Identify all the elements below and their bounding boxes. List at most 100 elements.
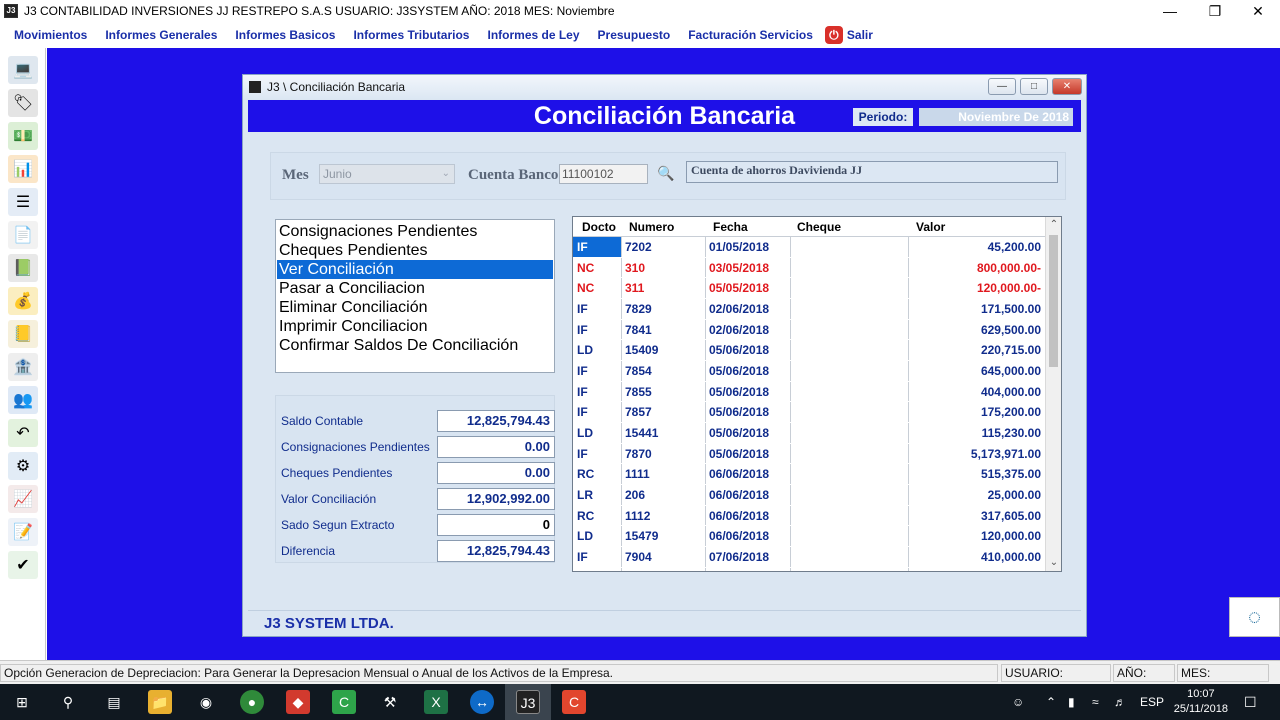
column-valor[interactable]: Valor [916, 220, 945, 234]
option-consignaciones-pendientes[interactable]: Consignaciones Pendientes [277, 222, 553, 241]
column-numero[interactable]: Numero [629, 220, 674, 234]
exit-button[interactable]: ⏻ Salir [824, 26, 873, 44]
option-imprimir-conciliacion[interactable]: Imprimir Conciliacion [277, 317, 553, 336]
book-icon[interactable]: 📗 [8, 254, 38, 282]
wifi-icon[interactable]: ≈ [1092, 684, 1099, 720]
table-row[interactable]: IF 7904 07/06/2018 410,000.00 [573, 547, 1045, 568]
option-pasar-a-conciliacion[interactable]: Pasar a Conciliacion [277, 279, 553, 298]
menu-informes-basicos[interactable]: Informes Basicos [235, 28, 335, 42]
language-indicator[interactable]: ESP [1140, 684, 1164, 720]
table-row[interactable]: NC 311 05/05/2018 120,000.00- [573, 278, 1045, 299]
document-icon[interactable]: 📄 [8, 221, 38, 249]
money-icon[interactable]: 💵 [8, 122, 38, 150]
people-icon[interactable]: ☺ [1012, 684, 1024, 720]
saldo-contable-label: Saldo Contable [281, 414, 364, 428]
battery-icon[interactable]: ▮ [1068, 684, 1075, 720]
cell-numero: 15441 [625, 425, 659, 440]
line-chart-icon[interactable]: 📈 [8, 485, 38, 513]
option-cheques-pendientes[interactable]: Cheques Pendientes [277, 241, 553, 260]
cell-numero: 7870 [625, 446, 652, 461]
users-icon[interactable]: 👥 [8, 386, 38, 414]
chrome-icon[interactable]: ● [240, 690, 264, 714]
column-docto[interactable]: Docto [582, 220, 616, 234]
scroll-up-icon[interactable]: ⌃ [1046, 217, 1061, 233]
camtasia-icon[interactable]: C [332, 690, 356, 714]
table-row[interactable]: IF 7854 05/06/2018 645,000.00 [573, 361, 1045, 382]
tags-icon[interactable]: 🏷 [8, 89, 38, 117]
column-cheque[interactable]: Cheque [797, 220, 841, 234]
coins-icon[interactable]: 💰 [8, 287, 38, 315]
table-row[interactable]: LD 15409 05/06/2018 220,715.00 [573, 340, 1045, 361]
excel-icon[interactable]: X [424, 690, 448, 714]
cuenta-nombre-field: Cuenta de ahorros Davivienda JJ [686, 161, 1058, 183]
menu-facturacion-servicios[interactable]: Facturación Servicios [688, 28, 813, 42]
ledger-icon[interactable]: 📒 [8, 320, 38, 348]
child-close-icon[interactable]: ✕ [1052, 78, 1082, 95]
saldo-extracto-input[interactable]: 0 [437, 514, 555, 536]
table-row[interactable]: IF 7857 05/06/2018 175,200.00 [573, 402, 1045, 423]
file-explorer-icon[interactable]: 📁 [148, 690, 172, 714]
camtasia-recorder-icon[interactable]: C [562, 690, 586, 714]
chevron-up-icon[interactable]: ⌃ [1046, 684, 1056, 720]
table-row[interactable]: LD 15441 05/06/2018 115,230.00 [573, 423, 1045, 444]
bar-chart-icon[interactable]: 📊 [8, 155, 38, 183]
notification-icon[interactable]: ☐ [1244, 684, 1257, 720]
start-icon[interactable]: ⊞ [10, 690, 34, 714]
laptop-icon[interactable]: 💻 [8, 56, 38, 84]
child-minimize-icon[interactable]: — [988, 78, 1016, 95]
clock[interactable]: 10:07 25/11/2018 [1174, 687, 1228, 717]
app-icon[interactable]: ◉ [194, 690, 218, 714]
volume-icon[interactable]: ♬ [1114, 684, 1126, 720]
menu-informes-de-ley[interactable]: Informes de Ley [487, 28, 579, 42]
power-icon: ⏻ [824, 26, 843, 44]
list-icon[interactable]: ☰ [8, 188, 38, 216]
j3-icon[interactable]: J3 [516, 690, 540, 714]
footer-band: J3 SYSTEM LTDA. [248, 610, 1081, 636]
table-row[interactable]: LD 15479 06/06/2018 120,000.00 [573, 526, 1045, 547]
total-row: Cheques Pendientes 0.00 [276, 462, 556, 484]
option-eliminar-conciliacion[interactable]: Eliminar Conciliación [277, 298, 553, 317]
close-icon[interactable]: ✕ [1236, 0, 1280, 22]
binoculars-icon[interactable]: 🔍 [653, 165, 679, 183]
column-fecha[interactable]: Fecha [713, 220, 748, 234]
tools-icon[interactable]: ⚒ [378, 690, 402, 714]
table-row[interactable]: RC 1112 06/06/2018 317,605.00 [573, 506, 1045, 527]
child-maximize-icon[interactable]: □ [1020, 78, 1048, 95]
menu-informes-generales[interactable]: Informes Generales [105, 28, 217, 42]
search-icon[interactable]: ⚲ [56, 690, 80, 714]
minimize-icon[interactable]: — [1148, 0, 1192, 22]
menu-presupuesto[interactable]: Presupuesto [598, 28, 671, 42]
valor-conciliacion-value: 12,902,992.00 [437, 488, 555, 510]
bank-icon[interactable]: 🏦 [8, 353, 38, 381]
settings-icon[interactable]: ⚙ [8, 452, 38, 480]
restore-icon[interactable]: ❐ [1193, 0, 1237, 22]
table-row[interactable]: IF 7870 05/06/2018 5,173,971.00 [573, 444, 1045, 465]
teamviewer-icon[interactable]: ↔ [470, 690, 494, 714]
cell-valor: 120,000.00 [980, 529, 1041, 544]
table-row[interactable]: LR 206 06/06/2018 25,000.00 [573, 485, 1045, 506]
table-row[interactable]: IF 7829 02/06/2018 171,500.00 [573, 299, 1045, 320]
cuenta-banco-input[interactable]: 11100102 [559, 164, 648, 184]
option-ver-conciliacion[interactable]: Ver Conciliación [277, 260, 553, 279]
table-row[interactable]: IF 7202 01/05/2018 45,200.00 [573, 237, 1045, 258]
task-view-icon[interactable]: ▤ [102, 690, 126, 714]
diferencia-label: Diferencia [281, 544, 336, 558]
mes-select[interactable]: Junio ⌄ [319, 164, 455, 184]
option-confirmar-saldos[interactable]: Confirmar Saldos De Conciliación [277, 336, 553, 355]
conciliacion-grid[interactable]: Docto Numero Fecha Cheque Valor IF 7202 01… [572, 216, 1062, 572]
scroll-down-icon[interactable]: ⌄ [1046, 555, 1061, 571]
menu-informes-tributarios[interactable]: Informes Tributarios [353, 28, 469, 42]
menu-movimientos[interactable]: Movimientos [14, 28, 87, 42]
cheques-pendientes-label: Cheques Pendientes [281, 466, 393, 480]
undo-icon[interactable]: ↶ [8, 419, 38, 447]
table-row[interactable]: IF 7855 05/06/2018 404,000.00 [573, 382, 1045, 403]
grid-scrollbar[interactable]: ⌃ ⌄ [1045, 217, 1061, 571]
table-row[interactable]: NC 310 03/05/2018 800,000.00- [573, 258, 1045, 279]
checklist-icon[interactable]: ✔ [8, 551, 38, 579]
scroll-thumb[interactable] [1049, 235, 1058, 367]
edit-report-icon[interactable]: 📝 [8, 518, 38, 546]
table-row[interactable]: IF 7841 02/06/2018 629,500.00 [573, 320, 1045, 341]
saldo-extracto-label: Sado Segun Extracto [281, 518, 395, 532]
app-red-icon[interactable]: ◆ [286, 690, 310, 714]
table-row[interactable]: RC 1111 06/06/2018 515,375.00 [573, 464, 1045, 485]
